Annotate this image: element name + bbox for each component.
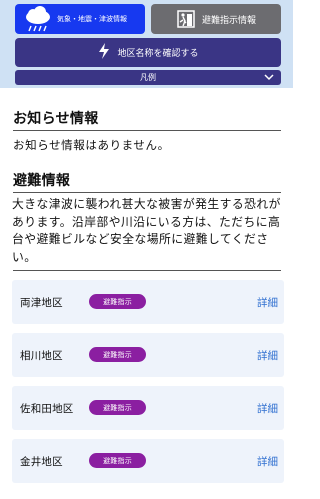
status-badge: 避難指示 — [89, 347, 146, 362]
area-row[interactable]: 佐和田地区 避難指示 詳細 — [12, 386, 284, 430]
area-row[interactable]: 両津地区 避難指示 詳細 — [12, 280, 284, 324]
notice-divider — [13, 130, 281, 131]
detail-link[interactable]: 詳細 — [257, 454, 278, 469]
area-name-button[interactable]: 地区名称を確認する — [15, 38, 281, 67]
area-row[interactable]: 相川地区 避難指示 詳細 — [12, 333, 284, 377]
evacuation-icon — [176, 9, 196, 29]
weather-info-button[interactable]: 気象・地震・津波情報 — [15, 4, 145, 34]
notice-title: お知らせ情報 — [13, 111, 99, 127]
lightning-icon — [97, 42, 111, 64]
area-name: 相川地区 — [20, 350, 63, 362]
status-badge: 避難指示 — [89, 453, 146, 468]
detail-link[interactable]: 詳細 — [257, 401, 278, 416]
area-name: 両津地区 — [20, 297, 63, 309]
legend-label: 凡例 — [140, 73, 156, 82]
evacuation-info-label: 避難指示情報 — [202, 15, 257, 26]
evacuation-info-button[interactable]: 避難指示情報 — [151, 4, 281, 34]
weather-info-label: 気象・地震・津波情報 — [57, 15, 127, 23]
notice-message: お知らせ情報はありません。 — [13, 138, 170, 152]
area-name: 金井地区 — [20, 456, 63, 468]
status-badge: 避難指示 — [89, 400, 146, 415]
detail-link[interactable]: 詳細 — [257, 295, 278, 310]
evacuation-divider — [13, 192, 281, 193]
cloud-rain-icon — [21, 4, 55, 34]
area-name: 佐和田地区 — [20, 403, 74, 415]
evacuation-message: 大きな津波に襲われ甚大な被害が発生する恐れがあります。沿岸部や川沿にいる方は、た… — [12, 197, 281, 264]
legend-toggle[interactable]: 凡例 — [15, 70, 281, 85]
detail-link[interactable]: 詳細 — [257, 348, 278, 363]
evacuation-message-divider — [13, 270, 281, 271]
status-badge: 避難指示 — [89, 294, 146, 309]
area-row[interactable]: 金井地区 避難指示 詳細 — [12, 439, 284, 483]
top-menu: 気象・地震・津波情報 避難指示情報 地区名称を確認する 凡例 — [0, 0, 293, 88]
evacuation-title: 避難情報 — [13, 173, 71, 189]
chevron-down-icon — [264, 73, 274, 81]
area-name-label: 地区名称を確認する — [117, 49, 199, 59]
